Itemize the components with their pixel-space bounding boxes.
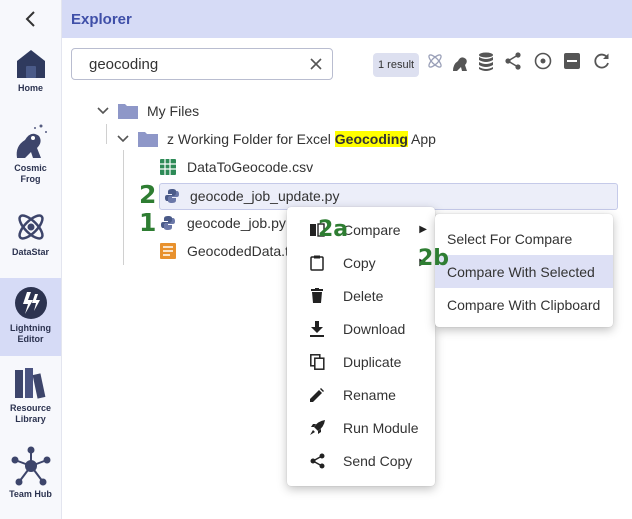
submenu-item-compare-with-selected[interactable]: Compare With Selected: [435, 255, 613, 288]
step-2a-annotation: 2a: [318, 217, 349, 242]
nav-cosmic-frog-label: Cosmic Frog: [14, 163, 47, 184]
context-menu: Compare ▶ Copy ▶ Delete Download Duplica…: [287, 207, 435, 486]
menu-item-send-copy[interactable]: Send Copy: [287, 444, 435, 477]
menu-item-label: Copy: [343, 254, 376, 271]
compare-submenu: Select For Compare Compare With Selected…: [435, 214, 613, 327]
collapse-all-icon[interactable]: [563, 52, 581, 70]
search-match-highlight: Geocoding: [334, 131, 408, 147]
rocket-icon: [309, 420, 325, 436]
explorer-title: Explorer: [71, 10, 132, 28]
nav-resource-library-label: Resource Library: [9, 403, 52, 424]
nav-lightning-editor-label: Lightning Editor: [10, 323, 51, 344]
chevron-down-icon[interactable]: [117, 135, 129, 143]
clear-search-icon[interactable]: [310, 58, 322, 70]
menu-item-download[interactable]: Download: [287, 312, 435, 345]
network-hub-icon: [11, 446, 50, 486]
tree-node-file-data[interactable]: GeocodedData.t: [160, 239, 289, 263]
frog-filter-icon[interactable]: [451, 52, 471, 72]
nav-home[interactable]: Home: [0, 48, 61, 104]
tree-node-my-files[interactable]: My Files: [97, 99, 199, 123]
submenu-item-compare-with-clipboard[interactable]: Compare With Clipboard: [435, 288, 613, 321]
folder-icon: [118, 104, 138, 119]
spreadsheet-icon: [160, 159, 176, 175]
clipboard-icon: [309, 255, 325, 271]
tree-node-label: My Files: [147, 103, 200, 119]
menu-item-run-module[interactable]: Run Module: [287, 411, 435, 444]
tree-node-file-csv[interactable]: DataToGeocode.csv: [160, 155, 313, 179]
step-2b-annotation: 2b: [418, 246, 450, 271]
python-icon: [165, 189, 179, 203]
tree-node-working-folder[interactable]: z Working Folder for Excel Geocoding App: [117, 127, 436, 151]
folder-name-suffix: App: [407, 131, 436, 147]
submenu-arrow-icon: ▶: [419, 224, 427, 235]
duplicate-icon: [309, 353, 325, 370]
menu-item-label: Rename: [343, 386, 396, 403]
menu-item-rename[interactable]: Rename: [287, 378, 435, 411]
menu-item-label: Download: [343, 320, 406, 337]
menu-item-label: Duplicate: [343, 353, 402, 370]
refresh-icon[interactable]: [593, 52, 611, 70]
home-icon: [16, 50, 45, 78]
tree-node-file-py-update[interactable]: geocode_job_update.py: [164, 184, 339, 208]
chevron-left-icon: [25, 11, 35, 27]
nav-home-label: Home: [17, 83, 43, 93]
menu-item-label: Compare: [343, 221, 401, 238]
nav-datastar[interactable]: DataStar: [0, 210, 61, 262]
chevron-down-icon[interactable]: [97, 107, 109, 115]
nav-team-hub[interactable]: Team Hub: [0, 446, 61, 506]
tree-node-label: GeocodedData.t: [187, 243, 289, 259]
search-input[interactable]: [89, 55, 310, 73]
menu-item-delete[interactable]: Delete: [287, 279, 435, 312]
atom-filter-icon[interactable]: [426, 52, 444, 70]
frog-icon: [16, 124, 47, 158]
share-icon[interactable]: [504, 52, 522, 70]
search-box[interactable]: [71, 48, 333, 80]
tree-node-label: DataToGeocode.csv: [187, 159, 314, 175]
collapse-button[interactable]: [0, 0, 61, 38]
lightning-icon: [14, 287, 47, 319]
explorer-header: Explorer: [62, 0, 632, 38]
folder-icon: [138, 132, 158, 147]
left-nav-rail: Home Cosmic Frog DataStar Lightning Edit…: [0, 0, 62, 519]
tree-guide-line: [123, 150, 124, 265]
nav-cosmic-frog[interactable]: Cosmic Frog: [0, 122, 61, 192]
tree-node-label: geocode_job_update.py: [190, 188, 340, 204]
target-icon[interactable]: [534, 52, 552, 70]
menu-item-compare[interactable]: Compare ▶: [287, 213, 435, 246]
menu-item-copy[interactable]: Copy ▶: [287, 246, 435, 279]
nav-team-hub-label: Team Hub: [9, 489, 52, 499]
nav-datastar-label: DataStar: [11, 247, 49, 257]
menu-item-duplicate[interactable]: Duplicate: [287, 345, 435, 378]
atom-icon: [17, 214, 44, 240]
nav-lightning-editor[interactable]: Lightning Editor: [0, 278, 61, 356]
tree-guide-line: [106, 124, 107, 144]
pencil-icon: [309, 387, 325, 403]
step-1-annotation: 1: [139, 208, 157, 237]
nav-resource-library[interactable]: Resource Library: [0, 366, 61, 428]
share-icon: [309, 453, 325, 469]
database-icon[interactable]: [478, 52, 494, 72]
menu-item-label: Send Copy: [343, 452, 413, 469]
menu-item-label: Delete: [343, 287, 384, 304]
folder-name-prefix: z Working Folder for Excel: [167, 131, 335, 147]
submenu-item-select-for-compare[interactable]: Select For Compare: [435, 222, 613, 255]
menu-item-label: Run Module: [343, 419, 419, 436]
tree-node-label: geocode_job.py: [187, 215, 286, 231]
books-icon: [14, 368, 45, 399]
step-2-annotation: 2: [139, 180, 157, 209]
download-icon: [309, 320, 325, 337]
trash-icon: [309, 288, 325, 304]
tree-node-file-py[interactable]: geocode_job.py: [160, 211, 286, 235]
tree-node-label: z Working Folder for Excel Geocoding App: [167, 131, 436, 147]
text-file-icon: [160, 243, 176, 259]
result-count-badge: 1 result: [373, 53, 420, 77]
python-icon: [161, 216, 175, 230]
